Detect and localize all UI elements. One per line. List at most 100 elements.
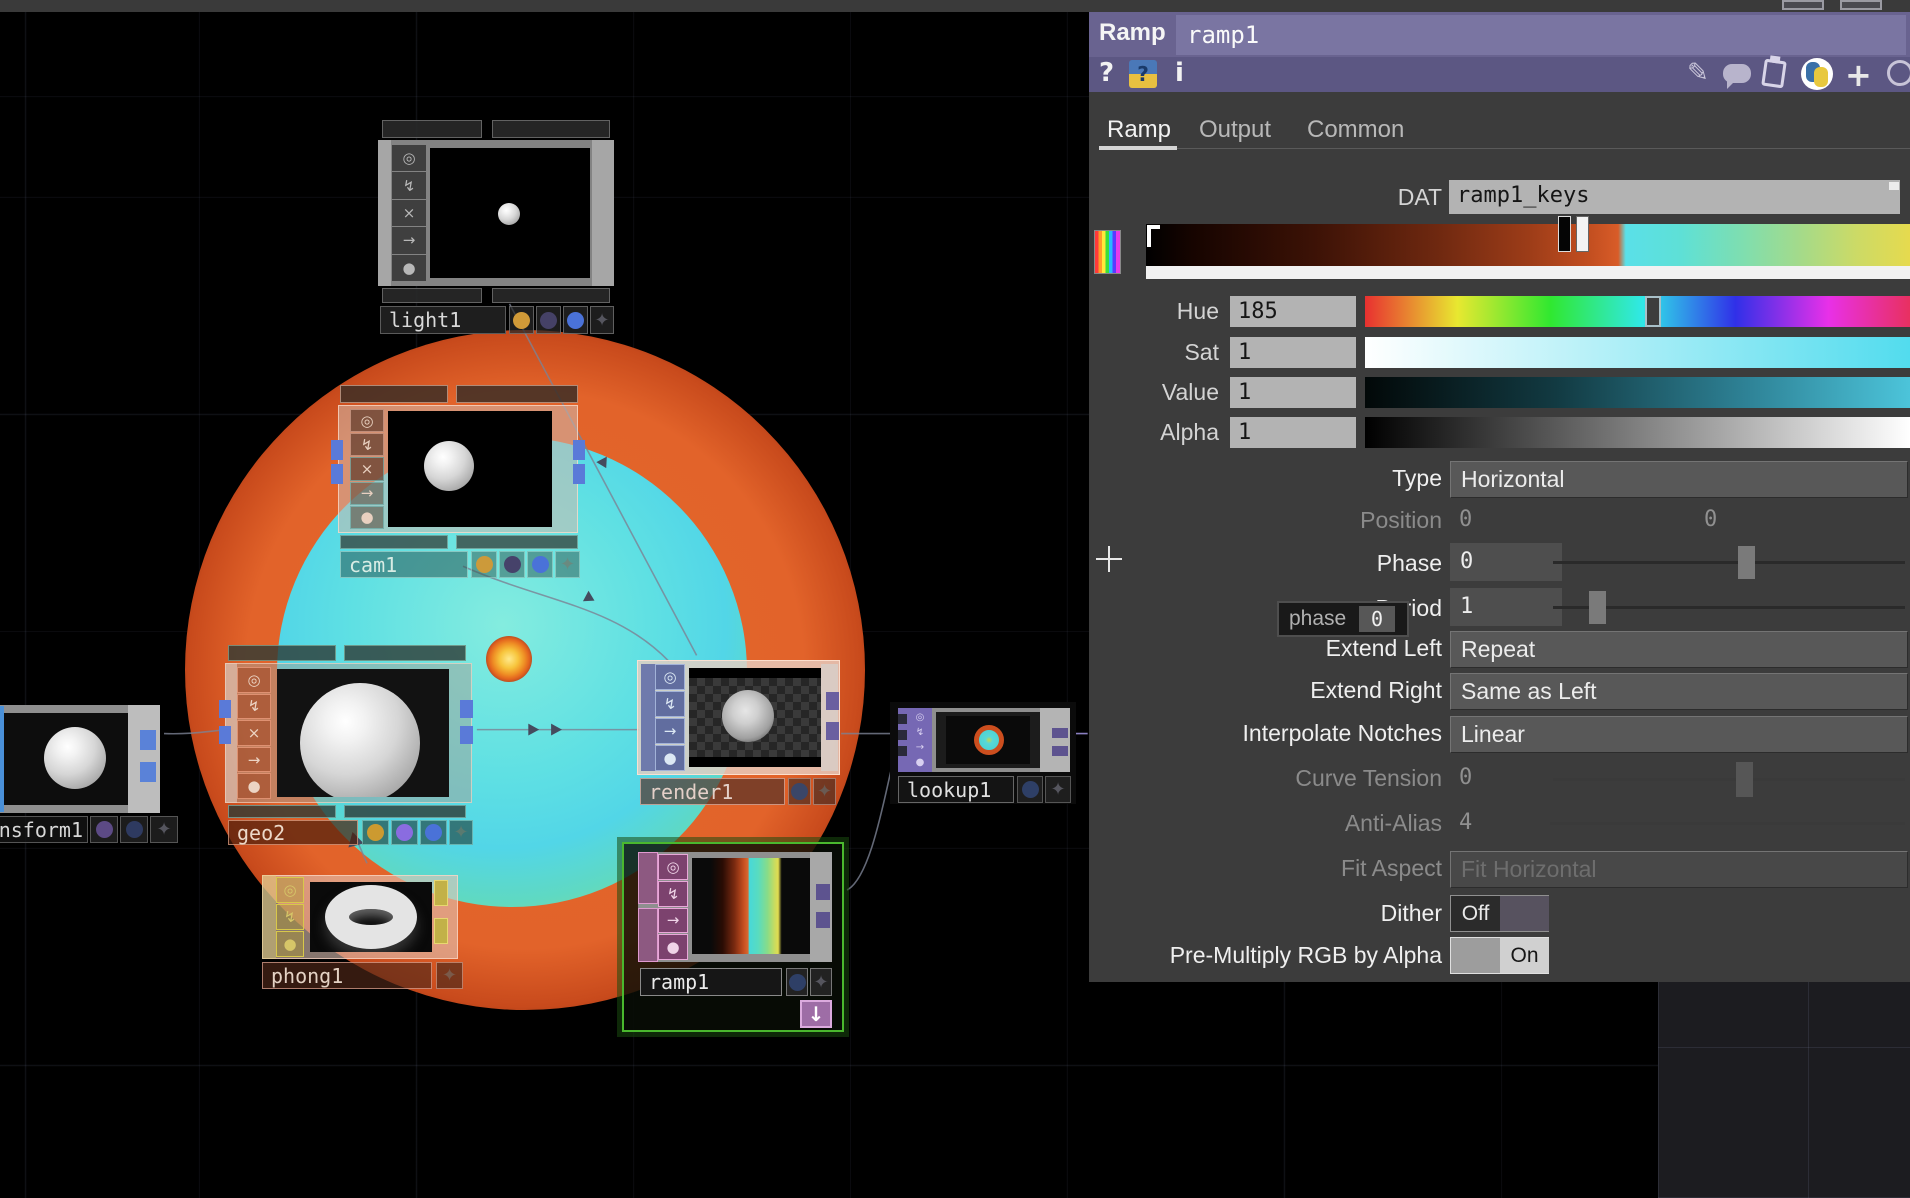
- output-connector[interactable]: [140, 762, 156, 782]
- tab-common[interactable]: Common: [1307, 116, 1404, 144]
- node-flags[interactable]: ◎ ↯ ●: [276, 877, 304, 957]
- node-name-phong1[interactable]: phong1: [262, 962, 432, 989]
- palette-dot[interactable]: [567, 312, 584, 329]
- node-name-light1[interactable]: light1: [380, 306, 506, 334]
- alpha-bar[interactable]: [1365, 417, 1910, 448]
- tab-output[interactable]: Output: [1199, 116, 1271, 144]
- input-connector[interactable]: [898, 730, 907, 740]
- bomb-flag-icon[interactable]: ●: [658, 934, 688, 960]
- input-connector[interactable]: [331, 464, 343, 484]
- bypass-flag-icon[interactable]: ↯: [237, 694, 271, 720]
- hue-field[interactable]: 185: [1230, 296, 1356, 327]
- input-connector[interactable]: [219, 700, 231, 718]
- node-flags[interactable]: ◎ ↯ → ●: [658, 854, 688, 960]
- bomb-flag-icon[interactable]: ●: [910, 756, 930, 770]
- arrow-flag-icon[interactable]: →: [655, 718, 685, 744]
- dither-toggle[interactable]: Off: [1450, 895, 1549, 932]
- node-name-lookup1[interactable]: lookup1: [898, 776, 1014, 803]
- output-connector[interactable]: [826, 722, 839, 740]
- node-viewer[interactable]: [277, 669, 449, 797]
- value-bar[interactable]: [1365, 377, 1910, 408]
- output-connector[interactable]: [573, 464, 585, 484]
- close-flag-icon[interactable]: ×: [237, 720, 271, 746]
- node-viewer[interactable]: [0, 713, 128, 805]
- period-field[interactable]: 1: [1450, 588, 1562, 626]
- info-icon[interactable]: i: [1175, 58, 1184, 88]
- node-viewer[interactable]: [936, 712, 1040, 768]
- bypass-flag-icon[interactable]: ↯: [276, 904, 304, 930]
- viewer-flag-icon[interactable]: ◎: [655, 664, 685, 690]
- python-help-icon[interactable]: ?: [1129, 60, 1157, 88]
- palette-dot[interactable]: [540, 312, 557, 329]
- interpolate-dropdown[interactable]: Linear: [1450, 716, 1908, 753]
- input-connector[interactable]: [898, 714, 907, 724]
- op-name-value[interactable]: ramp1: [1187, 21, 1259, 49]
- alpha-field[interactable]: 1: [1230, 417, 1356, 448]
- output-connector[interactable]: [816, 912, 830, 928]
- node-name-cam1[interactable]: cam1: [340, 551, 468, 578]
- node-name-render1[interactable]: render1: [640, 778, 785, 805]
- ramp-key-start[interactable]: [1147, 225, 1160, 247]
- period-slider-handle[interactable]: [1589, 591, 1606, 624]
- premultiply-toggle[interactable]: On: [1450, 937, 1549, 974]
- type-dropdown[interactable]: Horizontal: [1450, 461, 1908, 498]
- edit-pencil-icon[interactable]: ✎: [1687, 58, 1709, 88]
- viewer-flag-icon[interactable]: ◎: [658, 854, 688, 880]
- viewer-flag-icon[interactable]: ◎: [910, 710, 930, 724]
- close-flag-icon[interactable]: ×: [392, 200, 426, 226]
- output-connector[interactable]: [460, 700, 473, 718]
- viewer-flag-icon[interactable]: ◎: [350, 409, 384, 432]
- star-icon[interactable]: ✦: [156, 819, 171, 840]
- hue-bar[interactable]: [1365, 296, 1910, 327]
- add-parameter-icon[interactable]: +: [1845, 56, 1872, 94]
- output-connector[interactable]: [140, 730, 156, 750]
- node-name-ramp1[interactable]: ramp1: [640, 968, 782, 996]
- palette-dot[interactable]: [513, 312, 530, 329]
- phase-slider-handle[interactable]: [1738, 546, 1755, 579]
- node-flags[interactable]: ◎ ↯ × → ●: [237, 667, 271, 799]
- bypass-flag-icon[interactable]: ↯: [350, 433, 384, 456]
- hue-slider-handle[interactable]: [1645, 296, 1661, 327]
- output-connector[interactable]: [1052, 728, 1068, 738]
- python-logo-icon[interactable]: [1801, 58, 1833, 90]
- sat-bar[interactable]: [1365, 337, 1910, 368]
- node-viewer[interactable]: [388, 411, 552, 527]
- output-connector[interactable]: [573, 440, 585, 460]
- node-viewer[interactable]: [689, 668, 821, 767]
- output-connector[interactable]: [816, 884, 830, 900]
- bomb-flag-icon[interactable]: ●: [392, 255, 426, 281]
- input-connector[interactable]: [331, 440, 343, 460]
- viewer-flag-icon[interactable]: ◎: [392, 145, 426, 171]
- node-name-transform1[interactable]: ansform1: [0, 816, 88, 843]
- node-flags[interactable]: ◎ ↯ → ●: [910, 710, 930, 770]
- bypass-flag-icon[interactable]: ↯: [655, 691, 685, 717]
- output-connector[interactable]: [434, 918, 448, 944]
- node-viewer[interactable]: [430, 148, 590, 278]
- arrow-flag-icon[interactable]: →: [392, 227, 426, 253]
- close-flag-icon[interactable]: ×: [350, 457, 384, 480]
- output-connector[interactable]: [1052, 746, 1068, 756]
- bomb-flag-icon[interactable]: ●: [276, 931, 304, 957]
- input-connector[interactable]: [898, 746, 907, 756]
- help-icon[interactable]: ?: [1099, 58, 1114, 88]
- bypass-flag-icon[interactable]: ↯: [392, 172, 426, 198]
- output-connector[interactable]: [826, 692, 839, 710]
- node-name-geo2[interactable]: geo2: [228, 820, 358, 845]
- arrow-flag-icon[interactable]: →: [658, 908, 688, 934]
- arrow-flag-icon[interactable]: →: [350, 482, 384, 505]
- sat-field[interactable]: 1: [1230, 337, 1356, 368]
- value-field[interactable]: 1: [1230, 377, 1356, 408]
- star-icon[interactable]: ✦: [1050, 779, 1065, 800]
- op-name-field[interactable]: [1176, 15, 1906, 55]
- star-icon[interactable]: ✦: [813, 972, 828, 993]
- extend-right-dropdown[interactable]: Same as Left: [1450, 673, 1908, 710]
- viewer-flag-icon[interactable]: ◎: [276, 877, 304, 903]
- node-flags[interactable]: ◎ ↯ × → ●: [392, 145, 426, 281]
- star-icon[interactable]: ✦: [817, 781, 832, 802]
- ramp-key-white[interactable]: [1576, 216, 1589, 252]
- dat-field[interactable]: ramp1_keys: [1449, 180, 1900, 214]
- star-icon[interactable]: ✦: [442, 965, 457, 986]
- star-icon[interactable]: ✦: [560, 554, 575, 575]
- phase-field[interactable]: 0: [1450, 543, 1562, 581]
- extend-left-dropdown[interactable]: Repeat: [1450, 631, 1908, 668]
